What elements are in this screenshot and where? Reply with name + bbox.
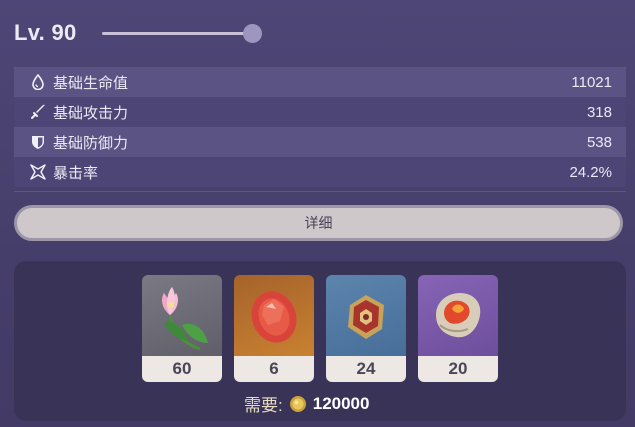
material-count: 60 [142,356,222,382]
cost-row: 需要: 120000 [244,391,369,416]
materials-panel: 60 6 24 20 需要: 120000 [14,261,626,421]
material-count: 20 [418,356,498,382]
stat-value: 24.2% [569,163,612,181]
stat-row-hp: 基础生命值 11021 [14,67,626,97]
stat-row-def: 基础防御力 538 [14,127,626,157]
detail-button[interactable]: 详细 [14,205,623,241]
cost-value: 120000 [312,393,370,413]
stat-name: 基础防御力 [53,134,129,152]
divider [14,191,626,192]
cost-label: 需要: [244,396,283,415]
lotus-flower-item [142,275,222,356]
stat-value: 318 [586,103,612,121]
level-label: Lv. 90 [14,20,77,45]
sword-icon [30,104,46,120]
material-card[interactable]: 20 [418,275,498,382]
ascension-panel: Lv. 90 基础生命值 11021 基础攻击力 318 基础防御力 538 暴… [0,0,635,427]
level-slider-track[interactable] [102,32,254,35]
mora-coin-icon [289,395,307,413]
level-slider-knob[interactable] [243,24,262,43]
red-gem-item [234,275,314,356]
level-row: Lv. 90 [14,18,614,52]
crit-star-icon [30,164,46,180]
water-drop-icon [30,74,46,90]
stat-value: 538 [586,133,612,151]
stat-row-crit: 暴击率 24.2% [14,157,626,187]
material-cards: 60 6 24 20 [142,275,498,382]
shield-icon [30,134,46,150]
stat-row-atk: 基础攻击力 318 [14,97,626,127]
material-count: 6 [234,356,314,382]
material-card[interactable]: 60 [142,275,222,382]
material-card[interactable]: 6 [234,275,314,382]
stat-name: 基础攻击力 [53,104,129,122]
stat-name: 暴击率 [53,164,99,182]
stat-value: 11021 [571,73,612,91]
material-count: 24 [326,356,406,382]
stats-table: 基础生命值 11021 基础攻击力 318 基础防御力 538 暴击率 24.2… [14,67,626,187]
material-card[interactable]: 24 [326,275,406,382]
ornate-emblem-item [326,275,406,356]
stat-name: 基础生命值 [53,74,129,92]
fire-relic-item [418,275,498,356]
